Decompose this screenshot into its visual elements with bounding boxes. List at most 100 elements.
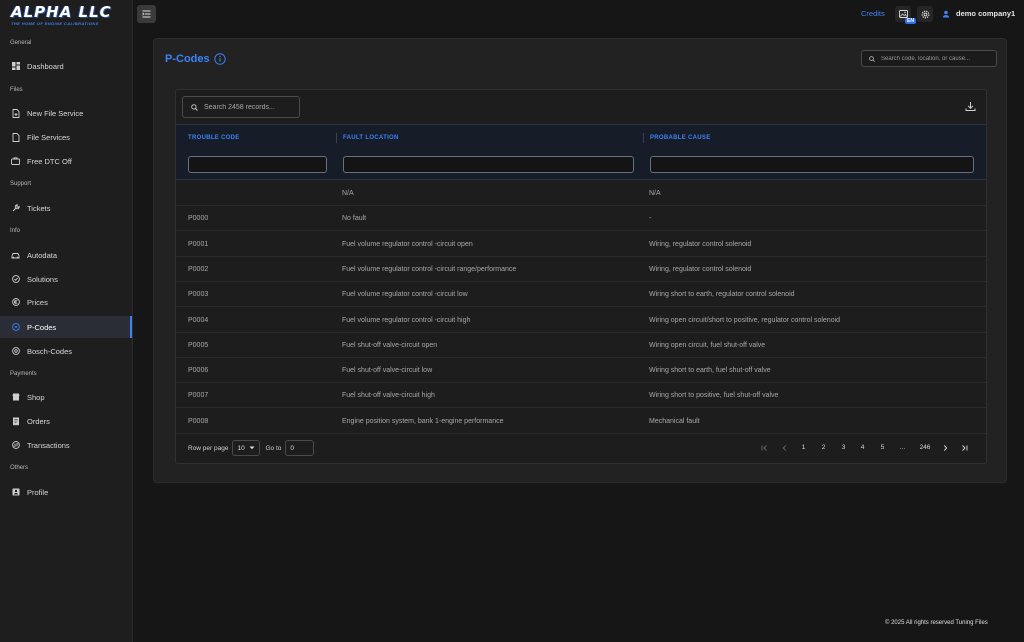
chevron-down-icon <box>249 446 255 450</box>
prev-page-button[interactable] <box>776 439 793 456</box>
fault-location-cell: Fuel volume regulator control -circuit h… <box>342 316 471 324</box>
probable-cause-cell: Wiring open circuit/short to positive, r… <box>649 316 841 324</box>
sidebar-item-label: Bosch-Codes <box>27 346 73 356</box>
settings-button[interactable] <box>917 6 933 22</box>
sidebar-toggle-button[interactable] <box>137 5 156 23</box>
pagination: 1 2 3 4 5 ... 246 <box>756 439 974 457</box>
sidebar-item-new-file-service[interactable]: New File Service <box>0 102 132 124</box>
page-button-2[interactable]: 2 <box>815 439 832 456</box>
sidebar-item-prices[interactable]: Prices <box>0 291 132 313</box>
credits-link[interactable]: Credits <box>861 9 885 18</box>
page-button-3[interactable]: 3 <box>835 439 852 456</box>
download-button[interactable] <box>965 101 976 114</box>
column-divider <box>336 133 337 143</box>
table-row[interactable]: P0004 Fuel volume regulator control -circ… <box>176 308 986 333</box>
last-page-button[interactable] <box>956 439 973 456</box>
profile-icon <box>11 488 20 497</box>
nav-section-payments: Payments <box>10 371 37 377</box>
probable-cause-cell: Wiring short to positive, fuel shut-off … <box>649 392 779 400</box>
fault-location-cell: Fuel shut-off valve-circuit low <box>342 367 433 375</box>
table-filter-row <box>176 150 986 180</box>
info-icon[interactable] <box>213 53 226 65</box>
page-button-5[interactable]: 5 <box>874 439 891 456</box>
search-icon <box>869 55 875 62</box>
search-icon <box>191 103 198 111</box>
probable-cause-cell: Wiring, regulator control solenoid <box>649 240 752 248</box>
fault-location-filter-input[interactable] <box>343 156 634 173</box>
wrench-icon <box>11 204 20 213</box>
sidebar-item-dashboard[interactable]: Dashboard <box>0 55 132 77</box>
column-header-probable-cause[interactable]: PROBABLE CAUSE <box>650 125 711 151</box>
trouble-code-filter-input[interactable] <box>188 156 327 173</box>
car-icon <box>11 251 20 260</box>
trouble-code-cell: P0005 <box>188 341 209 349</box>
nav-section-general: General <box>10 40 32 46</box>
sidebar-item-solutions[interactable]: Solutions <box>0 268 132 290</box>
fault-location-cell: No fault <box>342 215 367 223</box>
table-header: TROUBLE CODE FAULT LOCATION PROBABLE CAU… <box>176 124 986 150</box>
column-header-fault-location[interactable]: FAULT LOCATION <box>343 125 399 151</box>
sidebar-item-label: Profile <box>27 487 49 497</box>
sidebar-item-label: Autodata <box>27 250 58 260</box>
sidebar-item-p-codes[interactable]: P-Codes <box>0 316 132 338</box>
records-search-input[interactable] <box>204 103 299 111</box>
global-search-input[interactable] <box>881 55 991 62</box>
table-row[interactable]: N/A N/A <box>176 181 986 206</box>
column-header-trouble-code[interactable]: TROUBLE CODE <box>188 125 240 151</box>
table-row[interactable]: P0008 Engine position system, bank 1-engi… <box>176 409 986 434</box>
sidebar-item-shop[interactable]: Shop <box>0 386 132 408</box>
next-page-button[interactable] <box>937 439 954 456</box>
page-button-last[interactable]: 246 <box>914 439 936 456</box>
table-row[interactable]: P0003 Fuel volume regulator control -circ… <box>176 282 986 308</box>
user-menu[interactable]: demo company1 <box>942 9 1015 18</box>
records-search-box[interactable] <box>182 96 300 118</box>
rows-per-page-value: 10 <box>237 444 245 452</box>
sidebar-item-label: Prices <box>27 297 48 307</box>
probable-cause-cell: - <box>649 215 652 223</box>
table-row[interactable]: P0006 Fuel shut-off valve-circuit low Wiri… <box>176 358 986 384</box>
sidebar-item-label: New File Service <box>27 108 84 118</box>
fault-location-cell: Fuel shut-off valve-circuit high <box>342 392 435 400</box>
sidebar-item-free-dtc-off[interactable]: Free DTC Off <box>0 150 132 172</box>
table-row[interactable]: P0007 Fuel shut-off valve-circuit high Wir… <box>176 383 986 409</box>
footer-copyright: © 2025 All rights reserved Tuning Files <box>885 620 988 626</box>
user-name: demo company1 <box>956 9 1016 18</box>
probable-cause-filter-input[interactable] <box>650 156 974 173</box>
global-search-box[interactable] <box>861 50 997 67</box>
table-row[interactable]: P0005 Fuel shut-off valve-circuit open Wir… <box>176 333 986 358</box>
probable-cause-cell: Wiring open circuit, fuel shut-off valve <box>649 341 766 349</box>
column-divider <box>643 133 644 143</box>
sidebar: ALPHA LLC THE HOME OF ENGINE CALIBRATION… <box>0 0 133 642</box>
nav-section-others: Others <box>10 465 29 471</box>
sidebar-item-bosch-codes[interactable]: Bosch-Codes <box>0 340 132 362</box>
goto-page-input[interactable]: 0 <box>285 440 315 456</box>
trouble-code-cell: P0007 <box>188 392 209 400</box>
brand-logo[interactable]: ALPHA LLC THE HOME OF ENGINE CALIBRATION… <box>11 5 121 27</box>
sidebar-item-orders[interactable]: Orders <box>0 410 132 432</box>
sidebar-item-profile[interactable]: Profile <box>0 481 132 503</box>
sidebar-item-label: File Services <box>27 132 70 142</box>
p-codes-card: P-Codes TROUBLE CODE FAULT LOCATION PROB… <box>153 38 1007 483</box>
table-row[interactable]: P0002 Fuel volume regulator control -circ… <box>176 257 986 282</box>
table-row[interactable]: P0001 Fuel volume regulator control -circ… <box>176 232 986 257</box>
sidebar-item-label: Free DTC Off <box>27 156 72 166</box>
probable-cause-cell: Wiring, regulator control solenoid <box>649 265 752 273</box>
fault-location-cell: N/A <box>342 190 354 197</box>
rows-per-page-select[interactable]: 10 <box>232 440 261 456</box>
page-button-1[interactable]: 1 <box>795 439 812 456</box>
sidebar-item-transactions[interactable]: Transactions <box>0 434 132 456</box>
trouble-code-cell: P0001 <box>188 240 209 248</box>
sidebar-item-tickets[interactable]: Tickets <box>0 197 132 219</box>
download-icon <box>965 102 976 111</box>
table-row[interactable]: P0000 No fault - <box>176 206 986 232</box>
page-button-4[interactable]: 4 <box>854 439 871 456</box>
sidebar-item-file-services[interactable]: File Services <box>0 126 132 148</box>
first-page-button[interactable] <box>756 439 773 456</box>
gear-icon <box>921 10 929 18</box>
file-icon <box>11 132 20 142</box>
sidebar-item-label: Tickets <box>27 203 51 213</box>
fault-location-cell: Engine position system, bank 1-engine pe… <box>342 417 504 425</box>
sidebar-item-autodata[interactable]: Autodata <box>0 244 132 266</box>
language-badge: EN <box>905 18 916 24</box>
file-plus-icon <box>11 108 20 118</box>
